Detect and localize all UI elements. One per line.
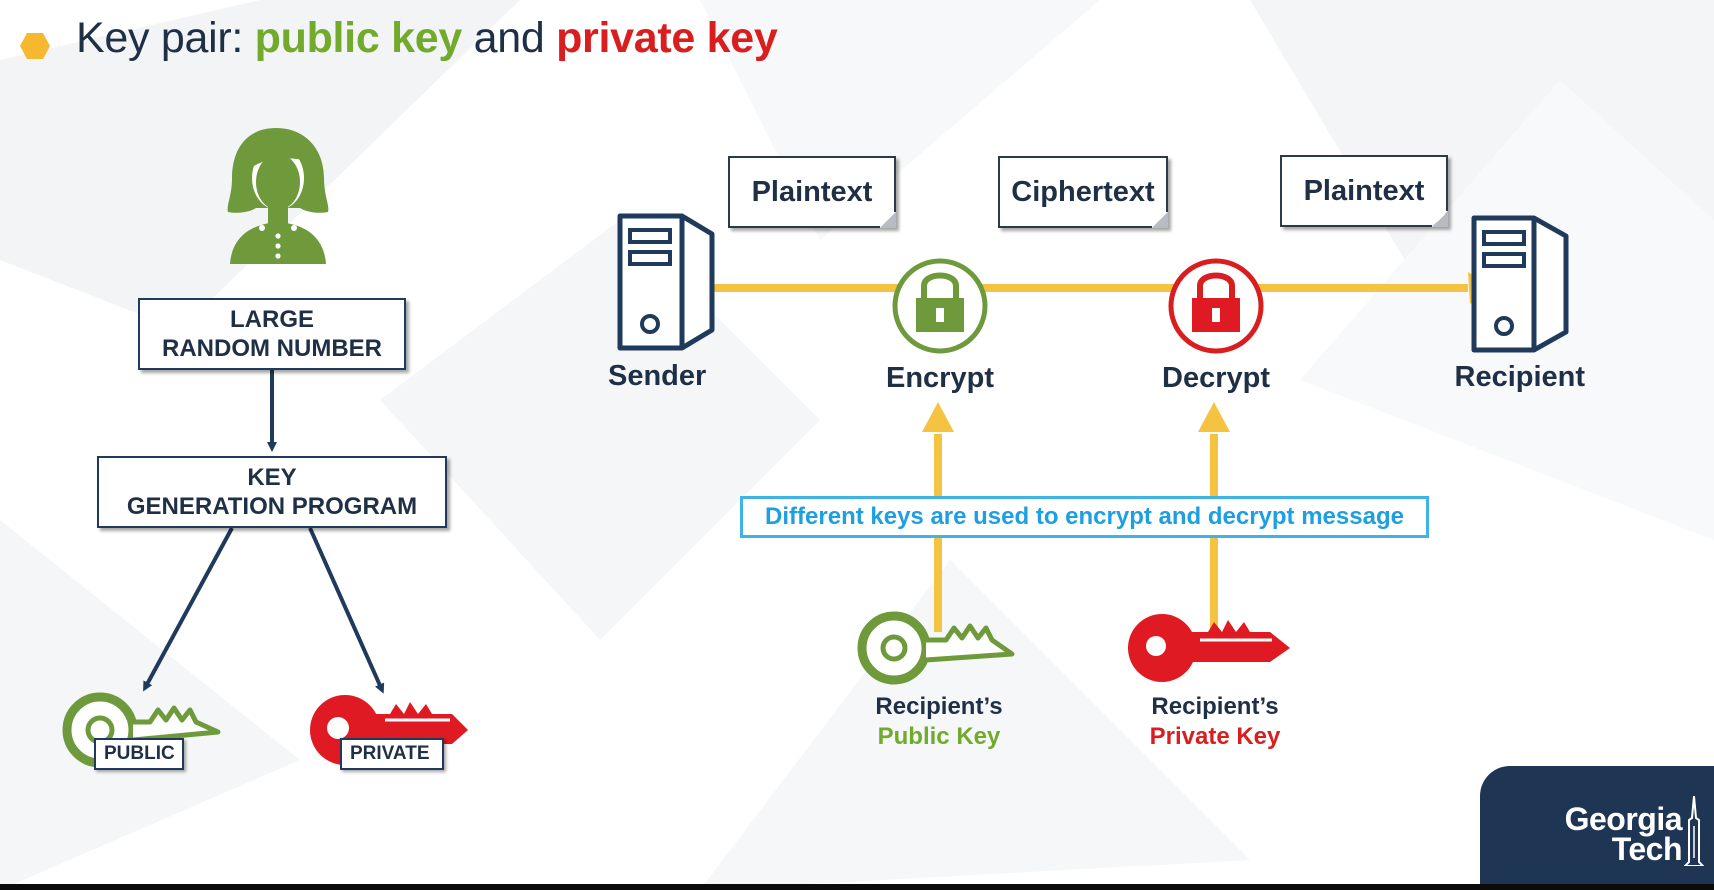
private-key-name: Private Key: [1149, 723, 1281, 750]
plaintext-note-sender-label: Plaintext: [751, 175, 873, 208]
recipient-server-icon: [1471, 215, 1569, 353]
large-random-number-line2: RANDOM NUMBER: [162, 335, 382, 362]
sender-server-icon: [617, 213, 715, 351]
ciphertext-note-label: Ciphertext: [1011, 175, 1155, 208]
key-generation-line1: KEY: [247, 464, 297, 491]
key-generation-line2: GENERATION PROGRAM: [126, 493, 418, 520]
large-random-number-box: LARGE RANDOM NUMBER: [138, 298, 406, 370]
recipient-private-key-icon: [1128, 614, 1290, 682]
recipient-label: Recipient: [1454, 361, 1586, 393]
recipient-private-key-caption: Recipient’s Private Key: [1140, 692, 1290, 752]
diagram-graphics: [62, 128, 1569, 768]
public-key-owner: Recipient’s: [875, 693, 1003, 720]
key-generation-program-box: KEY GENERATION PROGRAM: [97, 456, 447, 528]
public-key-tag: PUBLIC: [94, 738, 184, 770]
arrow-program-to-public: [143, 527, 234, 692]
public-key-name: Public Key: [877, 723, 1001, 750]
sender-label: Sender: [608, 360, 707, 392]
georgia-tech-logo: Georgia Tech: [1480, 766, 1714, 884]
decrypt-lock-icon: [1168, 258, 1264, 354]
tower-icon: [1684, 796, 1704, 866]
recipient-public-key-caption: Recipient’s Public Key: [866, 692, 1012, 752]
public-key-up-arrowhead: [922, 402, 954, 432]
private-key-up-arrowhead: [1198, 402, 1230, 432]
person-icon: [227, 128, 329, 264]
bottom-bar: [0, 884, 1714, 890]
encrypt-label: Encrypt: [886, 362, 994, 394]
decrypt-label: Decrypt: [1162, 362, 1270, 394]
georgia-tech-wordmark: Georgia Tech: [1500, 801, 1683, 867]
ciphertext-note: Ciphertext: [998, 156, 1168, 228]
private-key-owner: Recipient’s: [1151, 693, 1279, 720]
logo-line1: Georgia: [1564, 801, 1683, 837]
plaintext-note-recipient-label: Plaintext: [1303, 174, 1425, 207]
large-random-number-line1: LARGE: [230, 306, 314, 333]
different-keys-callout: Different keys are used to encrypt and d…: [740, 496, 1429, 538]
encrypt-lock-icon: [892, 258, 988, 354]
logo-line2: Tech: [1611, 831, 1683, 867]
plaintext-note-sender: Plaintext: [728, 156, 896, 228]
private-key-tag: PRIVATE: [340, 738, 444, 770]
arrow-program-to-private: [308, 527, 385, 694]
plaintext-note-recipient: Plaintext: [1280, 155, 1448, 227]
